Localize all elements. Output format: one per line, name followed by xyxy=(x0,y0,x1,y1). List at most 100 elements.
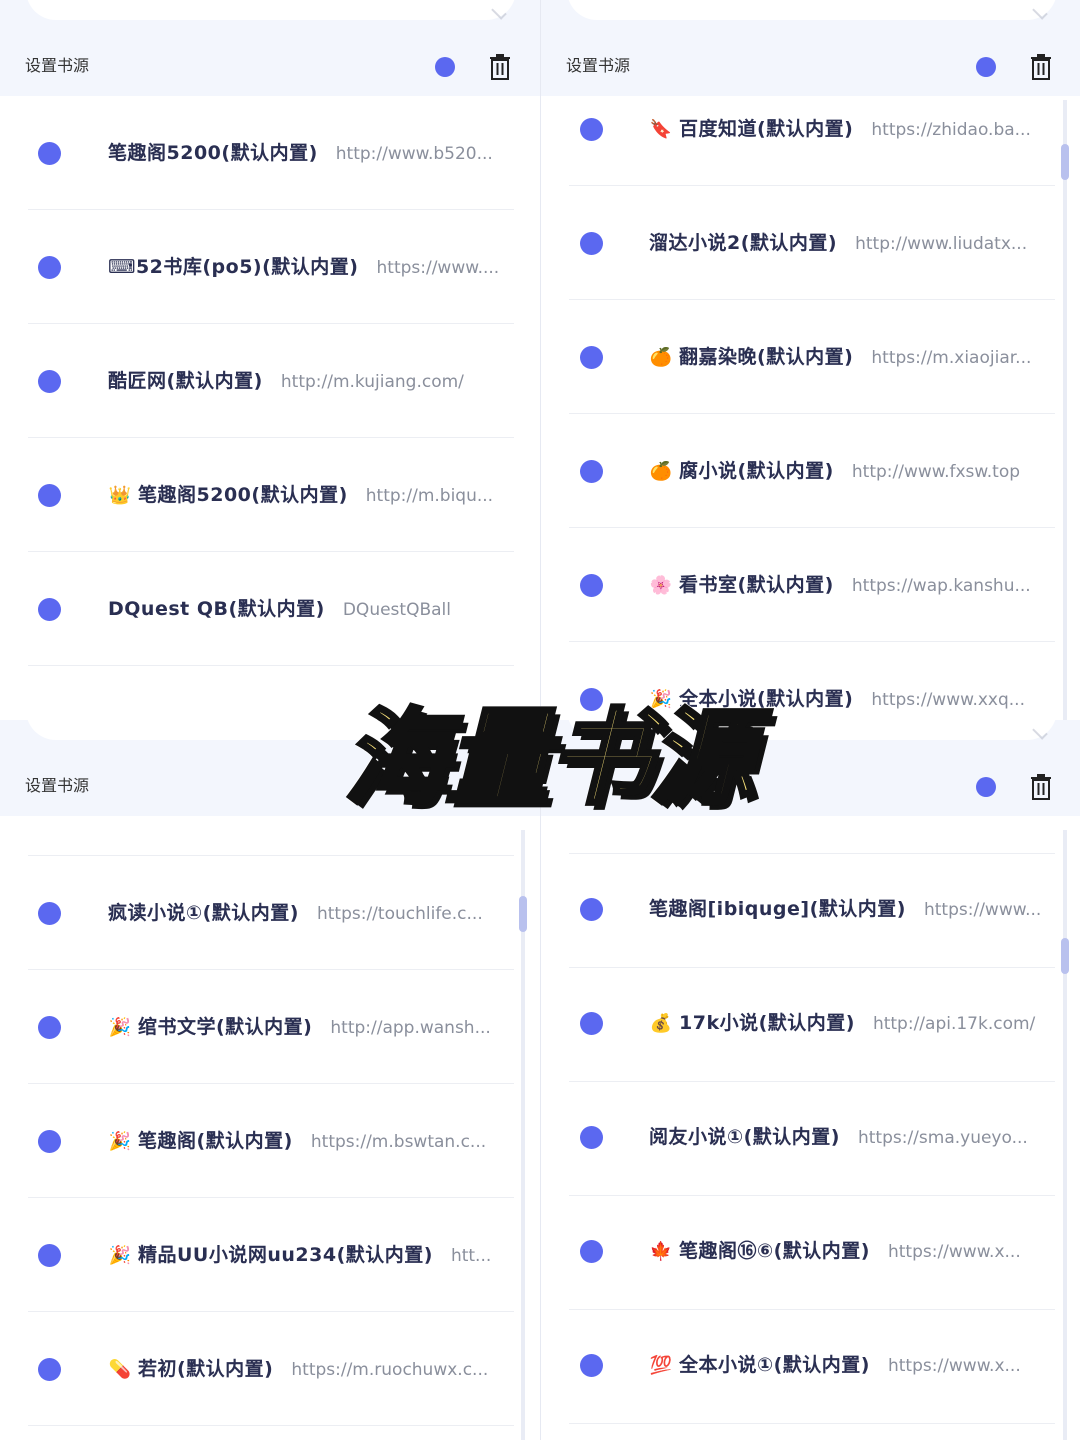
source-name: 52书库(po5)(默认内置) xyxy=(135,256,359,278)
source-name: 17k小说(默认内置) xyxy=(679,1012,855,1034)
select-toggle[interactable] xyxy=(580,1012,603,1035)
list-item[interactable]: 💰 17k小说(默认内置) http://api.17k.com/ xyxy=(541,968,1080,1082)
list-item[interactable]: 💊 若初(默认内置) https://m.ruochuwx.c... xyxy=(0,1312,540,1426)
source-url: https://www.x... xyxy=(887,1242,1021,1262)
trash-icon[interactable] xyxy=(489,54,511,80)
list-item[interactable]: DQuest QB(默认内置) DQuestQBall xyxy=(0,552,540,666)
source-url: https://m.bswtan.c... xyxy=(310,1132,487,1152)
panel-bottom-right: 笔趣阁[ibiquge](默认内置) https://www... 💰 17k小说(… xyxy=(540,720,1080,1440)
party-popper-icon: 🎉 xyxy=(108,1131,132,1152)
source-url: https://m.xiaojiar... xyxy=(871,348,1032,368)
source-name: 溜达小说2(默认内置) xyxy=(649,232,838,254)
divider xyxy=(569,1423,1055,1424)
source-name: DQuest QB(默认内置) xyxy=(108,598,325,620)
source-url: http://m.kujiang.com/ xyxy=(280,372,464,392)
search-input[interactable] xyxy=(26,0,516,20)
money-bag-icon: 💰 xyxy=(649,1013,673,1034)
banner-title: 海量书源 xyxy=(342,695,756,821)
list-item[interactable]: 🎉 绾书文学(默认内置) http://app.wansh... xyxy=(0,970,540,1084)
source-name: 绾书文学(默认内置) xyxy=(138,1016,313,1038)
source-name: 笔趣阁5200(默认内置) xyxy=(138,484,348,506)
list-item[interactable]: 🍁 笔趣阁⑯⑥(默认内置) https://www.x... xyxy=(541,1196,1080,1310)
panel-header: 设置书源 xyxy=(0,0,540,96)
keyboard-icon: ⌨ xyxy=(108,256,136,278)
select-toggle[interactable] xyxy=(580,1126,603,1149)
source-name: 笔趣阁⑯⑥(默认内置) xyxy=(679,1240,870,1262)
source-url: http://m.biqu... xyxy=(365,486,494,506)
panel-bottom-left: 设置书源 疯读小说①(默认内置) https://touchlife.c... 🎉… xyxy=(0,720,540,1440)
chevron-down-icon xyxy=(1032,724,1048,740)
source-name: 阅友小说①(默认内置) xyxy=(649,1126,840,1148)
list-item[interactable]: 溜达小说2(默认内置) http://www.liudatx... xyxy=(541,186,1080,300)
source-url: https://wap.kanshu... xyxy=(851,576,1031,596)
source-url: https://www... xyxy=(923,900,1042,920)
select-toggle[interactable] xyxy=(38,1130,61,1153)
select-toggle[interactable] xyxy=(580,898,603,921)
source-url: http://www.liudatx... xyxy=(855,234,1028,254)
source-url: https://touchlife.c... xyxy=(316,904,483,924)
select-toggle[interactable] xyxy=(38,1244,61,1267)
select-toggle[interactable] xyxy=(38,256,61,279)
list-item[interactable]: 🌸 看书室(默认内置) https://wap.kanshu... xyxy=(541,528,1080,642)
list-item[interactable]: 🎉 精品UU小说网uu234(默认内置) htt... xyxy=(0,1198,540,1312)
select-toggle[interactable] xyxy=(38,1016,61,1039)
select-toggle[interactable] xyxy=(580,460,603,483)
select-toggle[interactable] xyxy=(580,574,603,597)
chevron-down-icon xyxy=(1032,4,1048,20)
source-name: 笔趣阁5200(默认内置) xyxy=(108,142,318,164)
source-url: http://api.17k.com/ xyxy=(872,1014,1036,1034)
list-item[interactable]: 🍊 翻嘉染晚(默认内置) https://m.xiaojiar... xyxy=(541,300,1080,414)
source-url: http://app.wansh... xyxy=(330,1018,491,1038)
select-toggle[interactable] xyxy=(38,370,61,393)
list-item[interactable]: 笔趣阁[ibiquge](默认内置) https://www... xyxy=(541,854,1080,968)
select-all-toggle[interactable] xyxy=(435,57,455,77)
pill-icon: 💊 xyxy=(108,1359,132,1380)
source-name: 笔趣阁[ibiquge](默认内置) xyxy=(649,898,906,920)
select-toggle[interactable] xyxy=(38,1358,61,1381)
source-name: 腐小说(默认内置) xyxy=(679,460,834,482)
source-url: http://www.fxsw.top xyxy=(851,462,1021,482)
flower-icon: 🌸 xyxy=(649,575,673,596)
source-url: https://sma.yueyo... xyxy=(857,1128,1028,1148)
source-url: https://m.ruochuwx.c... xyxy=(291,1360,489,1380)
source-name: 精品UU小说网uu234(默认内置) xyxy=(138,1244,433,1266)
source-name: 百度知道(默认内置) xyxy=(679,118,854,140)
divider xyxy=(28,665,514,666)
select-toggle[interactable] xyxy=(580,1240,603,1263)
select-toggle[interactable] xyxy=(38,484,61,507)
list-item[interactable]: 阅友小说①(默认内置) https://sma.yueyo... xyxy=(541,1082,1080,1196)
select-toggle[interactable] xyxy=(580,118,603,141)
chevron-down-icon xyxy=(491,4,507,20)
list-item[interactable]: 👑 笔趣阁5200(默认内置) http://m.biqu... xyxy=(0,438,540,552)
search-input[interactable] xyxy=(567,0,1057,20)
select-toggle[interactable] xyxy=(580,346,603,369)
list-item[interactable]: ⌨52书库(po5)(默认内置) https://www.... xyxy=(0,210,540,324)
list-item[interactable]: 疯读小说①(默认内置) https://touchlife.c... xyxy=(0,856,540,970)
orange-icon: 🍊 xyxy=(649,347,673,368)
maple-leaf-icon: 🍁 xyxy=(649,1241,673,1262)
select-toggle[interactable] xyxy=(38,142,61,165)
select-toggle[interactable] xyxy=(580,1354,603,1377)
list-item[interactable]: 💯 全本小说①(默认内置) https://www.x... xyxy=(541,1310,1080,1424)
orange-icon: 🍊 xyxy=(649,461,673,482)
list-item[interactable]: 🍊 腐小说(默认内置) http://www.fxsw.top xyxy=(541,414,1080,528)
source-url: http://www.b520... xyxy=(335,144,493,164)
panel-top-right: 设置书源 🔖 百度知道(默认内置) https://zhidao.ba... 溜达小… xyxy=(540,0,1080,720)
hundred-points-icon: 💯 xyxy=(649,1355,673,1376)
select-toggle[interactable] xyxy=(580,232,603,255)
source-name: 全本小说①(默认内置) xyxy=(679,1354,870,1376)
crown-icon: 👑 xyxy=(108,485,132,506)
source-name: 翻嘉染晚(默认内置) xyxy=(679,346,854,368)
list-item[interactable]: 笔趣阁5200(默认内置) http://www.b520... xyxy=(0,96,540,210)
list-item[interactable]: 🎉 笔趣阁(默认内置) https://m.bswtan.c... xyxy=(0,1084,540,1198)
section-title: 设置书源 xyxy=(25,56,90,75)
bookmark-icon: 🔖 xyxy=(649,119,673,140)
select-toggle[interactable] xyxy=(38,598,61,621)
source-name: 笔趣阁(默认内置) xyxy=(138,1130,293,1152)
list-item[interactable]: 🔖 百度知道(默认内置) https://zhidao.ba... xyxy=(541,72,1080,186)
source-url: DQuestQBall xyxy=(342,600,451,620)
source-name: 看书室(默认内置) xyxy=(679,574,834,596)
source-url: https://www.x... xyxy=(887,1356,1021,1376)
select-toggle[interactable] xyxy=(38,902,61,925)
list-item[interactable]: 酷匠网(默认内置) http://m.kujiang.com/ xyxy=(0,324,540,438)
